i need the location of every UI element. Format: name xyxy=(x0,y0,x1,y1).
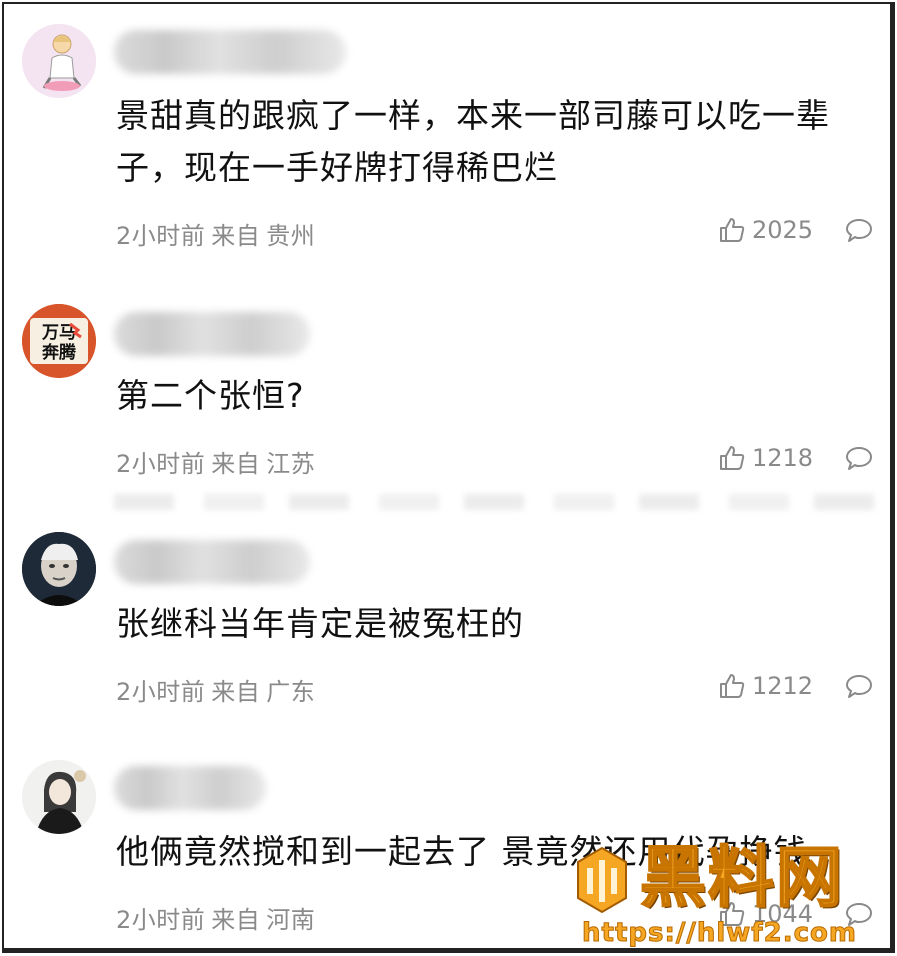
watermark-logo-icon xyxy=(577,846,627,914)
comment-list: 景甜真的跟疯了一样，本来一部司藤可以吃一辈子，现在一手好牌打得稀巴烂 2小时前来… xyxy=(2,2,895,953)
svg-text:奔腾: 奔腾 xyxy=(41,342,77,363)
user-avatar[interactable] xyxy=(22,760,96,834)
comment-meta: 2小时前 来自 江苏 xyxy=(116,444,315,479)
comment-location: 江苏 xyxy=(266,450,316,478)
like-count: 1212 xyxy=(752,672,814,700)
comment-time: 2小时前 xyxy=(116,450,206,478)
thumbs-up-icon xyxy=(720,218,745,242)
comment-time: 2小时前 xyxy=(116,906,206,934)
comment-from: 来自 xyxy=(211,222,261,250)
user-avatar[interactable]: 万马 奔腾 xyxy=(22,304,96,378)
comment-from: 来自 xyxy=(211,906,261,934)
comment-text: 景甜真的跟疯了一样，本来一部司藤可以吃一辈子，现在一手好牌打得稀巴烂 xyxy=(116,96,830,187)
comment-meta: 2小时前 来自 广东 xyxy=(116,672,315,707)
user-avatar[interactable] xyxy=(22,24,96,98)
blurred-divider xyxy=(114,494,890,510)
reply-icon[interactable] xyxy=(844,216,874,246)
comment-time: 2小时前 xyxy=(116,678,206,706)
user-avatar[interactable] xyxy=(22,532,96,606)
comment-meta: 2小时前 来自 贵州 xyxy=(116,216,315,251)
avatar-old-man-icon xyxy=(22,532,96,606)
username-blurred xyxy=(114,312,310,356)
like-count: 2025 xyxy=(752,216,814,244)
username-blurred xyxy=(114,540,310,584)
comment-text: 第二个张恒? xyxy=(116,376,305,415)
comment-time: 2小时前 xyxy=(116,222,206,250)
comment-from: 来自 xyxy=(211,678,261,706)
thumbs-up-icon xyxy=(720,674,745,698)
avatar-anime-girl-icon xyxy=(22,24,96,98)
username-blurred xyxy=(114,766,266,810)
like-button[interactable]: 1218 xyxy=(718,444,813,472)
watermark-url: https://hlwf2.com xyxy=(582,918,857,949)
comment-text: 张继科当年肯定是被冤枉的 xyxy=(116,604,524,643)
reply-icon[interactable] xyxy=(844,672,874,702)
site-watermark: 黑料网 https://hlwf2.com xyxy=(570,838,890,949)
like-button[interactable]: 1212 xyxy=(718,672,813,700)
avatar-girl-sketch-icon xyxy=(22,760,96,834)
username-blurred xyxy=(114,30,346,74)
watermark-title: 黑料网 xyxy=(639,838,844,917)
avatar-horse-logo-icon: 万马 奔腾 xyxy=(22,304,96,378)
like-count: 1218 xyxy=(752,444,814,472)
comment-location: 河南 xyxy=(266,906,316,934)
thumbs-up-icon xyxy=(720,446,745,470)
comment-location: 广东 xyxy=(266,678,316,706)
comment-from: 来自 xyxy=(211,450,261,478)
comment-location: 贵州 xyxy=(266,222,316,250)
like-button[interactable]: 2025 xyxy=(718,216,813,244)
reply-icon[interactable] xyxy=(844,444,874,474)
comment-meta: 2小时前 来自 河南 xyxy=(116,900,315,935)
